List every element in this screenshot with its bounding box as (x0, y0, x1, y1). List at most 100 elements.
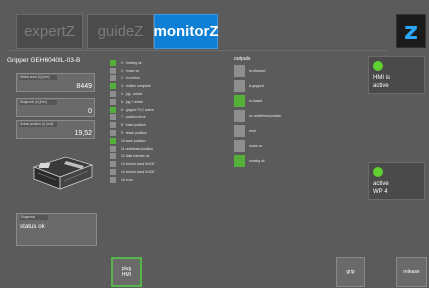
input-signal-indicator (110, 169, 116, 176)
input-signal-label: 12 data transfer ok (121, 154, 150, 159)
input-signal-label: 11 undefined position (121, 146, 153, 151)
input-signal-indicator (110, 83, 116, 90)
workpiece-status-indicator (373, 167, 383, 177)
outputs-title: outputs (234, 56, 251, 62)
input-signal-label: 10 work position (121, 138, 146, 143)
output-signal-indicator (234, 110, 245, 122)
output-signal-indicator (234, 65, 245, 77)
input-signal-row: 10 work position (110, 137, 154, 145)
input-signal-row: 13 control word 0x100 (110, 160, 154, 168)
input-signal-indicator (110, 145, 116, 152)
input-signal-label: 14 control word 0x200 (121, 170, 155, 175)
output-signal-row: is closed (234, 94, 281, 108)
input-signal-indicator (110, 130, 116, 137)
output-signals-list: is released is gripped is closed no undefin… (234, 64, 281, 169)
output-signal-label: is gripped (249, 84, 264, 88)
input-signal-indicator (110, 106, 116, 113)
output-signal-indicator (234, 80, 245, 92)
output-signal-label: is released (249, 69, 266, 73)
output-signal-label: homing ok (249, 159, 265, 163)
tab-monitorz[interactable]: monitorZ (154, 14, 219, 49)
hmi-status-indicator (373, 61, 383, 71)
input-signal-row: 9 · teach position (110, 129, 154, 137)
input-signal-label: 15 error (121, 177, 133, 182)
input-signal-row: 0 · homing ok (110, 59, 154, 67)
workpiece-status-panel: active WP 4 (368, 162, 425, 200)
input-signal-label: 6 · gripper PLC active (121, 107, 154, 112)
output-signal-label: motor on (249, 144, 263, 148)
diagnosis-box-value: status ok (20, 223, 45, 230)
diagnosis-box: Diagnosis status ok (16, 213, 97, 246)
output-signal-indicator (234, 140, 245, 152)
input-signal-label: 8 · base position (121, 123, 146, 128)
input-signal-label: 4 · jog - active (121, 92, 143, 97)
input-signal-indicator (110, 114, 116, 121)
output-signal-indicator (234, 155, 245, 167)
input-signal-row: 5 · jog + active (110, 98, 154, 106)
input-signal-indicator (110, 75, 116, 82)
input-signal-indicator (110, 59, 116, 66)
zimmer-logo: z (396, 14, 426, 48)
input-signals-list: 0 · homing ok 1 · motor on 2 · in motion 3 … (110, 59, 154, 184)
output-signal-row: is released (234, 64, 281, 78)
input-signal-label: 0 · homing ok (121, 60, 142, 65)
output-signal-row: motor on (234, 139, 281, 153)
input-signal-row: 1 · motor on (110, 67, 154, 75)
output-signal-indicator (234, 95, 245, 107)
status-word-label: Status word (h) [hex] (19, 75, 57, 80)
input-signal-indicator (110, 98, 116, 105)
diagnosis-field: Diagnosis (h) [hex] 0 (16, 98, 95, 117)
device-title: Gripper GEH6040IL-03-B (7, 57, 81, 64)
diagnosis-value: 0 (88, 108, 92, 115)
input-signal-indicator (110, 122, 116, 129)
input-signal-label: 2 · in motion (121, 76, 140, 81)
logo-z: z (404, 17, 418, 45)
grip-button[interactable]: grip (336, 257, 365, 287)
input-signal-label: 3 · motion complete (121, 84, 151, 89)
input-signal-label: 9 · teach position (121, 131, 147, 136)
actual-position-value: 19,52 (74, 130, 92, 137)
input-signal-row: 6 · gripper PLC active (110, 106, 154, 114)
workpiece-status-text: active WP 4 (373, 181, 389, 195)
output-signal-label: is closed (249, 99, 263, 103)
hmi-status-text: HMI is active (373, 75, 390, 89)
status-word-value: 8449 (76, 83, 92, 90)
input-signal-row: 7 · position error (110, 114, 154, 122)
diagnosis-box-label: Diagnosis (20, 215, 48, 220)
diagnosis-label: Diagnosis (h) [hex] (19, 100, 57, 105)
tab-guidez[interactable]: guideZ (87, 14, 154, 49)
actual-position-label: Actual position (x) [mm] (19, 122, 57, 127)
input-signal-label: 1 · motor on (121, 68, 140, 73)
output-signal-row: is gripped (234, 79, 281, 93)
input-signal-label: 13 control word 0x100 (121, 162, 155, 167)
actual-position-field: Actual position (x) [mm] 19,52 (16, 120, 95, 139)
plug-hmi-button[interactable]: plug HMI (111, 257, 142, 287)
output-signal-indicator (234, 125, 245, 137)
input-signal-indicator (110, 161, 116, 168)
input-signal-row: 8 · base position (110, 121, 154, 129)
input-signal-row: 15 error (110, 176, 154, 184)
output-signal-label: no undefined position (249, 114, 282, 118)
output-signal-row: homing ok (234, 154, 281, 168)
input-signal-row: 4 · jog - active (110, 90, 154, 98)
output-signal-label: error (249, 129, 257, 133)
tab-expertz[interactable]: expertZ (16, 14, 83, 49)
input-signal-row: 11 undefined position (110, 145, 154, 153)
output-signal-row: no undefined position (234, 109, 281, 123)
input-signal-indicator (110, 176, 116, 183)
input-signal-indicator (110, 153, 116, 160)
input-signal-indicator (110, 137, 116, 144)
input-signal-row: 3 · motion complete (110, 82, 154, 90)
input-signal-row: 14 control word 0x200 (110, 168, 154, 176)
input-signal-label: 7 · position error (121, 115, 146, 120)
gripper-image (32, 156, 94, 190)
header-divider (7, 50, 387, 51)
input-signal-row: 2 · in motion (110, 75, 154, 83)
release-button[interactable]: release (396, 257, 427, 287)
status-word-field: Status word (h) [hex] 8449 (16, 73, 95, 92)
input-signal-row: 12 data transfer ok (110, 153, 154, 161)
output-signal-row: error (234, 124, 281, 138)
input-signal-indicator (110, 91, 116, 98)
input-signal-label: 5 · jog + active (121, 99, 144, 104)
hmi-status-panel: HMI is active (368, 56, 425, 94)
